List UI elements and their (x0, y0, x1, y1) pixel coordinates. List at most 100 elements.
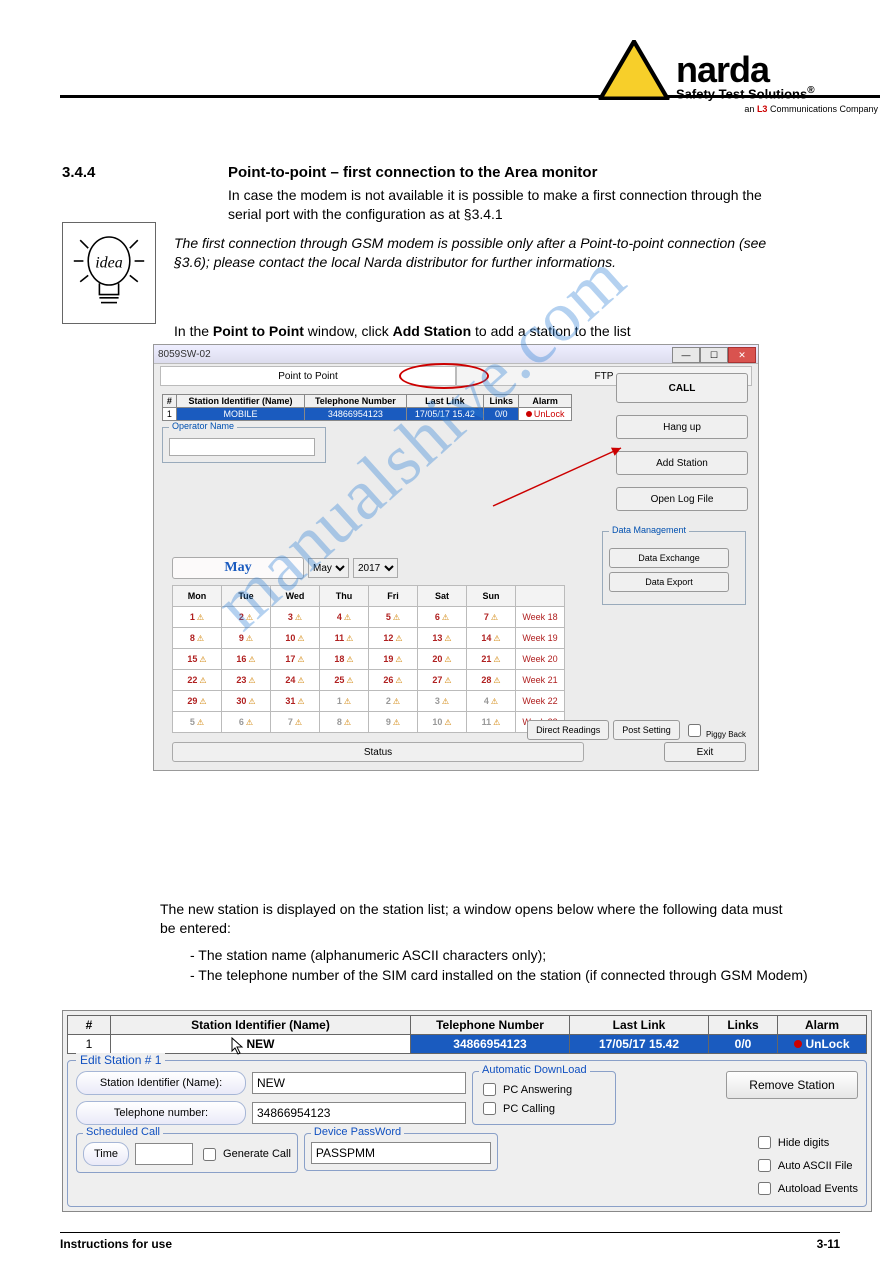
calendar-day[interactable]: 3⚠ (418, 691, 467, 712)
data-management-label: Data Management (609, 525, 689, 535)
calendar-month-select[interactable]: May (308, 558, 349, 578)
calendar-day[interactable]: 1⚠ (320, 691, 369, 712)
telephone-input[interactable] (252, 1102, 466, 1124)
data-export-button[interactable]: Data Export (609, 572, 729, 592)
call-button[interactable]: CALL (616, 373, 748, 403)
calendar-week[interactable]: Week 19 (516, 628, 565, 649)
calendar-week[interactable]: Week 20 (516, 649, 565, 670)
cell-idx: 1 (163, 408, 177, 421)
calendar-day[interactable]: 2⚠ (369, 691, 418, 712)
table-row[interactable]: 1 MOBILE 34866954123 17/05/17 15.42 0/0 … (163, 408, 572, 421)
calendar-week[interactable]: Week 22 (516, 691, 565, 712)
calendar-day[interactable]: 23⚠ (222, 670, 271, 691)
open-log-button[interactable]: Open Log File (616, 487, 748, 511)
calendar-dow: Sat (418, 586, 467, 607)
calendar-dow: Sun (467, 586, 516, 607)
calendar-day[interactable]: 26⚠ (369, 670, 418, 691)
cell-name: MOBILE (176, 408, 304, 421)
calendar-day[interactable]: 6⚠ (222, 712, 271, 733)
calendar-day[interactable]: 1⚠ (173, 607, 222, 628)
calendar-day[interactable]: 6⚠ (418, 607, 467, 628)
calendar-day[interactable]: 4⚠ (467, 691, 516, 712)
table-row[interactable]: 1 NEW 34866954123 17/05/17 15.42 0/0 UnL… (68, 1035, 867, 1054)
calendar-day[interactable]: 3⚠ (271, 607, 320, 628)
calendar-day[interactable]: 17⚠ (271, 649, 320, 670)
calendar-day[interactable]: 30⚠ (222, 691, 271, 712)
cell-links: 0/0 (709, 1035, 778, 1054)
time-input[interactable] (135, 1143, 193, 1165)
data-exchange-button[interactable]: Data Exchange (609, 548, 729, 568)
calendar-dow: Tue (222, 586, 271, 607)
calendar-day[interactable]: 18⚠ (320, 649, 369, 670)
remove-station-button[interactable]: Remove Station (726, 1071, 858, 1099)
calendar-day[interactable]: 8⚠ (173, 628, 222, 649)
calendar-day[interactable]: 10⚠ (271, 628, 320, 649)
calendar-day[interactable]: 8⚠ (320, 712, 369, 733)
svg-text:idea: idea (95, 254, 123, 271)
time-button[interactable]: Time (83, 1142, 129, 1166)
device-password-legend: Device PassWord (311, 1126, 404, 1138)
calendar-day[interactable]: 11⚠ (320, 628, 369, 649)
generate-call-checkbox[interactable]: Generate Call (199, 1145, 291, 1164)
calendar-dow: Thu (320, 586, 369, 607)
section-title: Point-to-point – first connection to the… (228, 164, 788, 181)
pc-calling-checkbox[interactable]: PC Calling (479, 1099, 609, 1118)
operator-name-input[interactable] (169, 438, 315, 456)
warning-triangle-icon (598, 40, 670, 100)
calendar-day[interactable]: 12⚠ (369, 628, 418, 649)
calendar-day[interactable]: 9⚠ (369, 712, 418, 733)
tab-point-to-point[interactable]: Point to Point (160, 366, 456, 386)
calendar-day[interactable]: 29⚠ (173, 691, 222, 712)
calendar-day[interactable]: 20⚠ (418, 649, 467, 670)
autoload-events-checkbox[interactable]: Autoload Events (754, 1179, 858, 1198)
close-button[interactable]: ✕ (728, 347, 756, 363)
pc-answering-checkbox[interactable]: PC Answering (479, 1080, 609, 1099)
footer-page: 3-11 (817, 1237, 840, 1251)
add-station-button[interactable]: Add Station (616, 451, 748, 475)
piggy-back-checkbox[interactable]: Piggy Back (684, 721, 746, 740)
calendar-week[interactable]: Week 21 (516, 670, 565, 691)
direct-readings-button[interactable]: Direct Readings (527, 720, 609, 740)
calendar: May May 2017 MonTueWedThuFriSatSun1⚠2⚠3⚠… (172, 557, 582, 733)
device-password-input[interactable] (311, 1142, 491, 1164)
cell-idx: 1 (68, 1035, 111, 1054)
calendar-day[interactable]: 31⚠ (271, 691, 320, 712)
auto-ascii-checkbox[interactable]: Auto ASCII File (754, 1156, 858, 1175)
calendar-week[interactable]: Week 18 (516, 607, 565, 628)
calendar-day[interactable]: 21⚠ (467, 649, 516, 670)
cell-lastlink: 17/05/17 15.42 (406, 408, 483, 421)
calendar-year-select[interactable]: 2017 (353, 558, 398, 578)
calendar-day[interactable]: 27⚠ (418, 670, 467, 691)
auto-download-group: Automatic DownLoad PC Answering PC Calli… (472, 1071, 616, 1125)
calendar-day[interactable]: 9⚠ (222, 628, 271, 649)
calendar-day[interactable]: 5⚠ (173, 712, 222, 733)
post-setting-button[interactable]: Post Setting (613, 720, 680, 740)
calendar-dow: Wed (271, 586, 320, 607)
col-lastlink: Last Link (570, 1016, 709, 1035)
calendar-day[interactable]: 4⚠ (320, 607, 369, 628)
calendar-day[interactable]: 28⚠ (467, 670, 516, 691)
calendar-day[interactable]: 2⚠ (222, 607, 271, 628)
hangup-button[interactable]: Hang up (616, 415, 748, 439)
calendar-day[interactable]: 15⚠ (173, 649, 222, 670)
calendar-day[interactable]: 16⚠ (222, 649, 271, 670)
calendar-day[interactable]: 5⚠ (369, 607, 418, 628)
col-links: Links (709, 1016, 778, 1035)
calendar-day[interactable]: 24⚠ (271, 670, 320, 691)
calendar-day[interactable]: 7⚠ (467, 607, 516, 628)
minimize-button[interactable]: — (672, 347, 700, 363)
calendar-day[interactable]: 25⚠ (320, 670, 369, 691)
calendar-day[interactable]: 13⚠ (418, 628, 467, 649)
maximize-button[interactable]: ☐ (700, 347, 728, 363)
calendar-day[interactable]: 10⚠ (418, 712, 467, 733)
exit-button[interactable]: Exit (664, 742, 746, 762)
calendar-day[interactable]: 11⚠ (467, 712, 516, 733)
calendar-day[interactable]: 22⚠ (173, 670, 222, 691)
calendar-day[interactable]: 19⚠ (369, 649, 418, 670)
edit-station-group: Edit Station # 1 Station Identifier (Nam… (67, 1060, 867, 1207)
calendar-day[interactable]: 7⚠ (271, 712, 320, 733)
station-id-input[interactable] (252, 1072, 466, 1094)
calendar-day[interactable]: 14⚠ (467, 628, 516, 649)
bullet-item: - The station name (alphanumeric ASCII c… (190, 946, 830, 965)
hide-digits-checkbox[interactable]: Hide digits (754, 1133, 858, 1152)
